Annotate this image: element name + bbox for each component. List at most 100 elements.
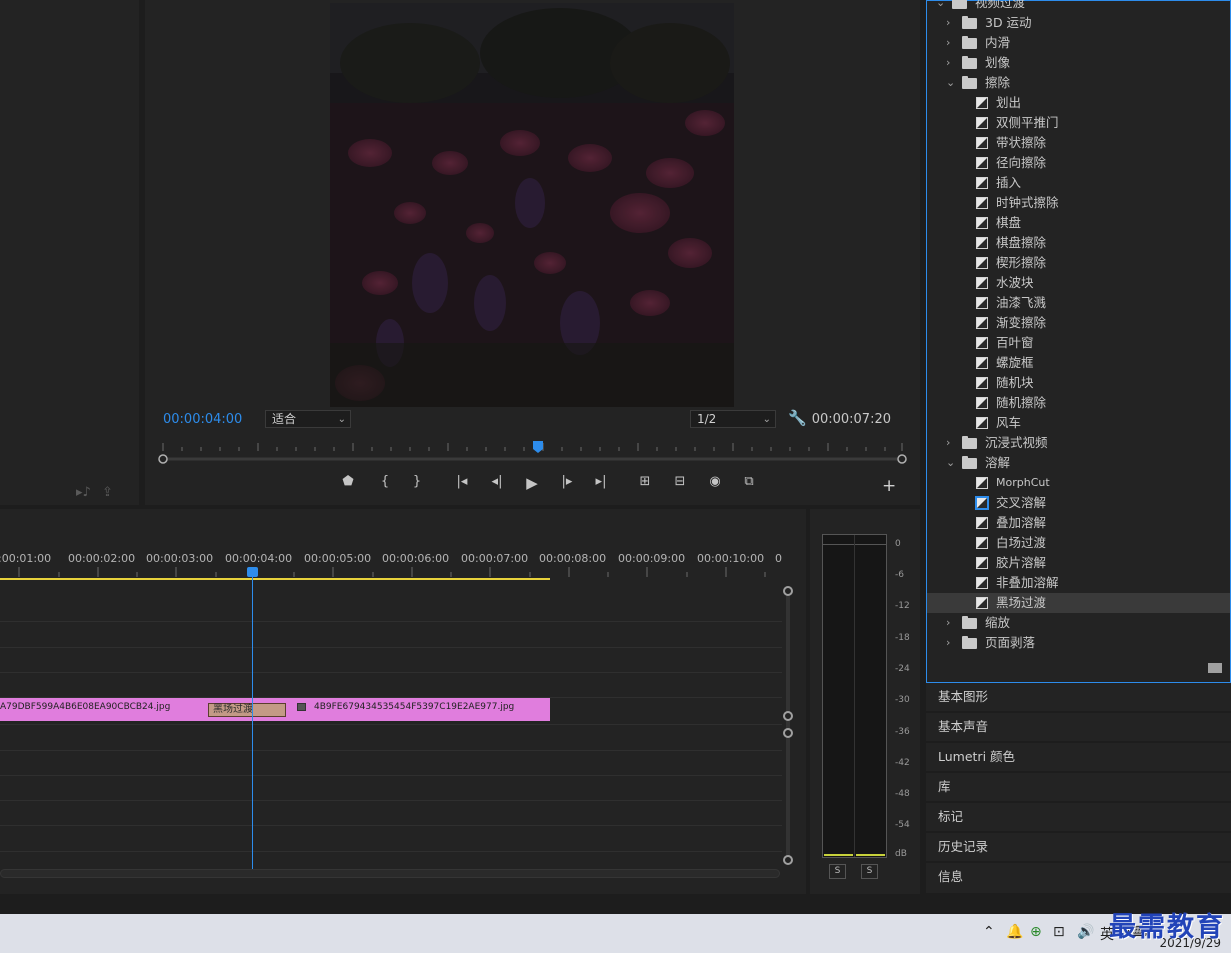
effect-item[interactable]: 黑场过渡 — [927, 593, 1230, 613]
effect-item[interactable]: 棋盘擦除 — [927, 233, 1230, 253]
channel-divider — [854, 535, 855, 857]
panel-history[interactable]: 历史记录 — [926, 833, 1231, 861]
comparison-view-icon[interactable]: ⧉ — [739, 474, 759, 489]
effect-item[interactable]: 交叉溶解 — [927, 493, 1230, 513]
fit-dropdown[interactable]: 适合 ⌄ — [265, 410, 351, 428]
effects-folder[interactable]: ⌄ 擦除 — [927, 73, 1230, 93]
volume-icon[interactable]: 🔊 — [1077, 924, 1094, 940]
monitor-playhead[interactable] — [533, 441, 543, 453]
new-bin-icon[interactable] — [1208, 663, 1222, 673]
panel-markers[interactable]: 标记 — [926, 803, 1231, 831]
track-area[interactable] — [0, 594, 782, 869]
effect-item[interactable]: 风车 — [927, 413, 1230, 433]
mark-in-icon[interactable]: { — [375, 474, 395, 489]
effect-item[interactable]: 螺旋框 — [927, 353, 1230, 373]
chevron-down-icon[interactable]: ⌄ — [946, 453, 955, 473]
effect-item[interactable]: 白场过渡 — [927, 533, 1230, 553]
notification-bell-icon[interactable]: 🔔 — [1006, 924, 1023, 940]
effect-item[interactable]: 双侧平推门 — [927, 113, 1230, 133]
timeline-ruler[interactable]: :00:01:00 00:00:02:00 00:00:03:00 00:00:… — [0, 549, 782, 577]
scroll-handle[interactable] — [783, 855, 793, 865]
effects-folder[interactable]: › 页面剥落 — [927, 633, 1230, 653]
step-forward-icon[interactable]: |▸ — [557, 474, 577, 489]
effect-item[interactable]: 楔形擦除 — [927, 253, 1230, 273]
chevron-right-icon[interactable]: › — [946, 33, 950, 53]
video-clip[interactable]: 4B9FE679434535454F5397C19E2AE977.jpg — [246, 698, 550, 721]
folder-icon — [962, 16, 977, 29]
insert-audio-icon[interactable]: ▸♪ — [76, 485, 91, 500]
chevron-right-icon[interactable]: › — [946, 613, 950, 633]
play-icon[interactable]: ▶ — [522, 474, 542, 492]
solo-right-button[interactable]: S — [861, 864, 878, 879]
chevron-right-icon[interactable]: › — [946, 433, 950, 453]
chevron-right-icon[interactable]: › — [946, 13, 950, 33]
panel-libraries[interactable]: 库 — [926, 773, 1231, 801]
chevron-up-icon[interactable]: ⌃ — [983, 924, 995, 940]
track-divider — [0, 750, 782, 751]
effect-item[interactable]: 随机擦除 — [927, 393, 1230, 413]
panel-info[interactable]: 信息 — [926, 863, 1231, 893]
effect-item[interactable]: 随机块 — [927, 373, 1230, 393]
chevron-down-icon[interactable]: ⌄ — [946, 73, 955, 93]
effect-item[interactable]: 百叶窗 — [927, 333, 1230, 353]
go-to-in-icon[interactable]: |◂ — [452, 474, 472, 489]
folder-label: 3D 运动 — [985, 15, 1032, 30]
scroll-handle[interactable] — [783, 711, 793, 721]
effects-folder[interactable]: › 沉浸式视频 — [927, 433, 1230, 453]
monitor-time-ruler[interactable] — [157, 440, 907, 470]
go-to-out-icon[interactable]: ▸| — [591, 474, 611, 489]
transition-effect-icon — [976, 197, 988, 209]
extract-icon[interactable]: ⊟ — [670, 474, 690, 489]
horizontal-scrollbar[interactable] — [0, 869, 780, 878]
effect-item[interactable]: 划出 — [927, 93, 1230, 113]
solo-left-button[interactable]: S — [829, 864, 846, 879]
level-bar-right — [856, 854, 885, 856]
effect-item[interactable]: 水波块 — [927, 273, 1230, 293]
add-marker-icon[interactable]: ⬟ — [338, 474, 358, 489]
folder-icon — [952, 0, 967, 9]
folder-icon — [962, 436, 977, 449]
current-timecode[interactable]: 00:00:04:00 — [163, 412, 242, 427]
step-back-icon[interactable]: ◂| — [487, 474, 507, 489]
chevron-right-icon[interactable]: › — [946, 633, 950, 653]
effects-folder[interactable]: › 内滑 — [927, 33, 1230, 53]
add-button-icon[interactable]: + — [882, 476, 896, 496]
effects-folder[interactable]: ⌄ 视频过渡 — [927, 0, 1230, 13]
effect-item[interactable]: 带状擦除 — [927, 133, 1230, 153]
chevron-right-icon[interactable]: › — [946, 53, 950, 73]
effect-item[interactable]: 油漆飞溅 — [927, 293, 1230, 313]
effect-item[interactable]: 径向擦除 — [927, 153, 1230, 173]
transition-effect-icon — [976, 577, 988, 589]
playhead-handle[interactable] — [247, 567, 258, 577]
lift-icon[interactable]: ⊞ — [635, 474, 655, 489]
network-icon[interactable]: ⊡ — [1053, 924, 1065, 940]
panel-essential-graphics[interactable]: 基本图形 — [926, 683, 1231, 711]
transition-block[interactable]: 黑场过渡 — [208, 703, 286, 717]
effect-item[interactable]: 渐变擦除 — [927, 313, 1230, 333]
effect-item[interactable]: 胶片溶解 — [927, 553, 1230, 573]
transition-effect-icon — [976, 337, 988, 349]
chevron-down-icon[interactable]: ⌄ — [936, 0, 945, 13]
export-icon[interactable]: ⇪ — [102, 485, 113, 500]
effects-folder[interactable]: › 3D 运动 — [927, 13, 1230, 33]
effect-item[interactable]: 插入 — [927, 173, 1230, 193]
effect-item[interactable]: 非叠加溶解 — [927, 573, 1230, 593]
effect-label: 胶片溶解 — [996, 555, 1047, 570]
resolution-dropdown[interactable]: 1/2 ⌄ — [690, 410, 776, 428]
mark-out-icon[interactable]: } — [407, 474, 427, 489]
panel-essential-sound[interactable]: 基本声音 — [926, 713, 1231, 741]
security-shield-icon[interactable]: ⊕ — [1030, 924, 1042, 940]
scroll-handle[interactable] — [783, 586, 793, 596]
work-area-bar[interactable] — [0, 578, 550, 580]
camera-icon[interactable]: ◉ — [705, 474, 725, 489]
effects-folder[interactable]: › 缩放 — [927, 613, 1230, 633]
effect-item[interactable]: 时钟式擦除 — [927, 193, 1230, 213]
effects-folder[interactable]: › 划像 — [927, 53, 1230, 73]
effect-item[interactable]: 叠加溶解 — [927, 513, 1230, 533]
wrench-icon[interactable]: 🔧 — [788, 409, 807, 427]
effect-item[interactable]: 棋盘 — [927, 213, 1230, 233]
panel-lumetri-color[interactable]: Lumetri 颜色 — [926, 743, 1231, 771]
effects-folder[interactable]: ⌄ 溶解 — [927, 453, 1230, 473]
effect-item[interactable]: MorphCut — [927, 473, 1230, 493]
scroll-handle[interactable] — [783, 728, 793, 738]
